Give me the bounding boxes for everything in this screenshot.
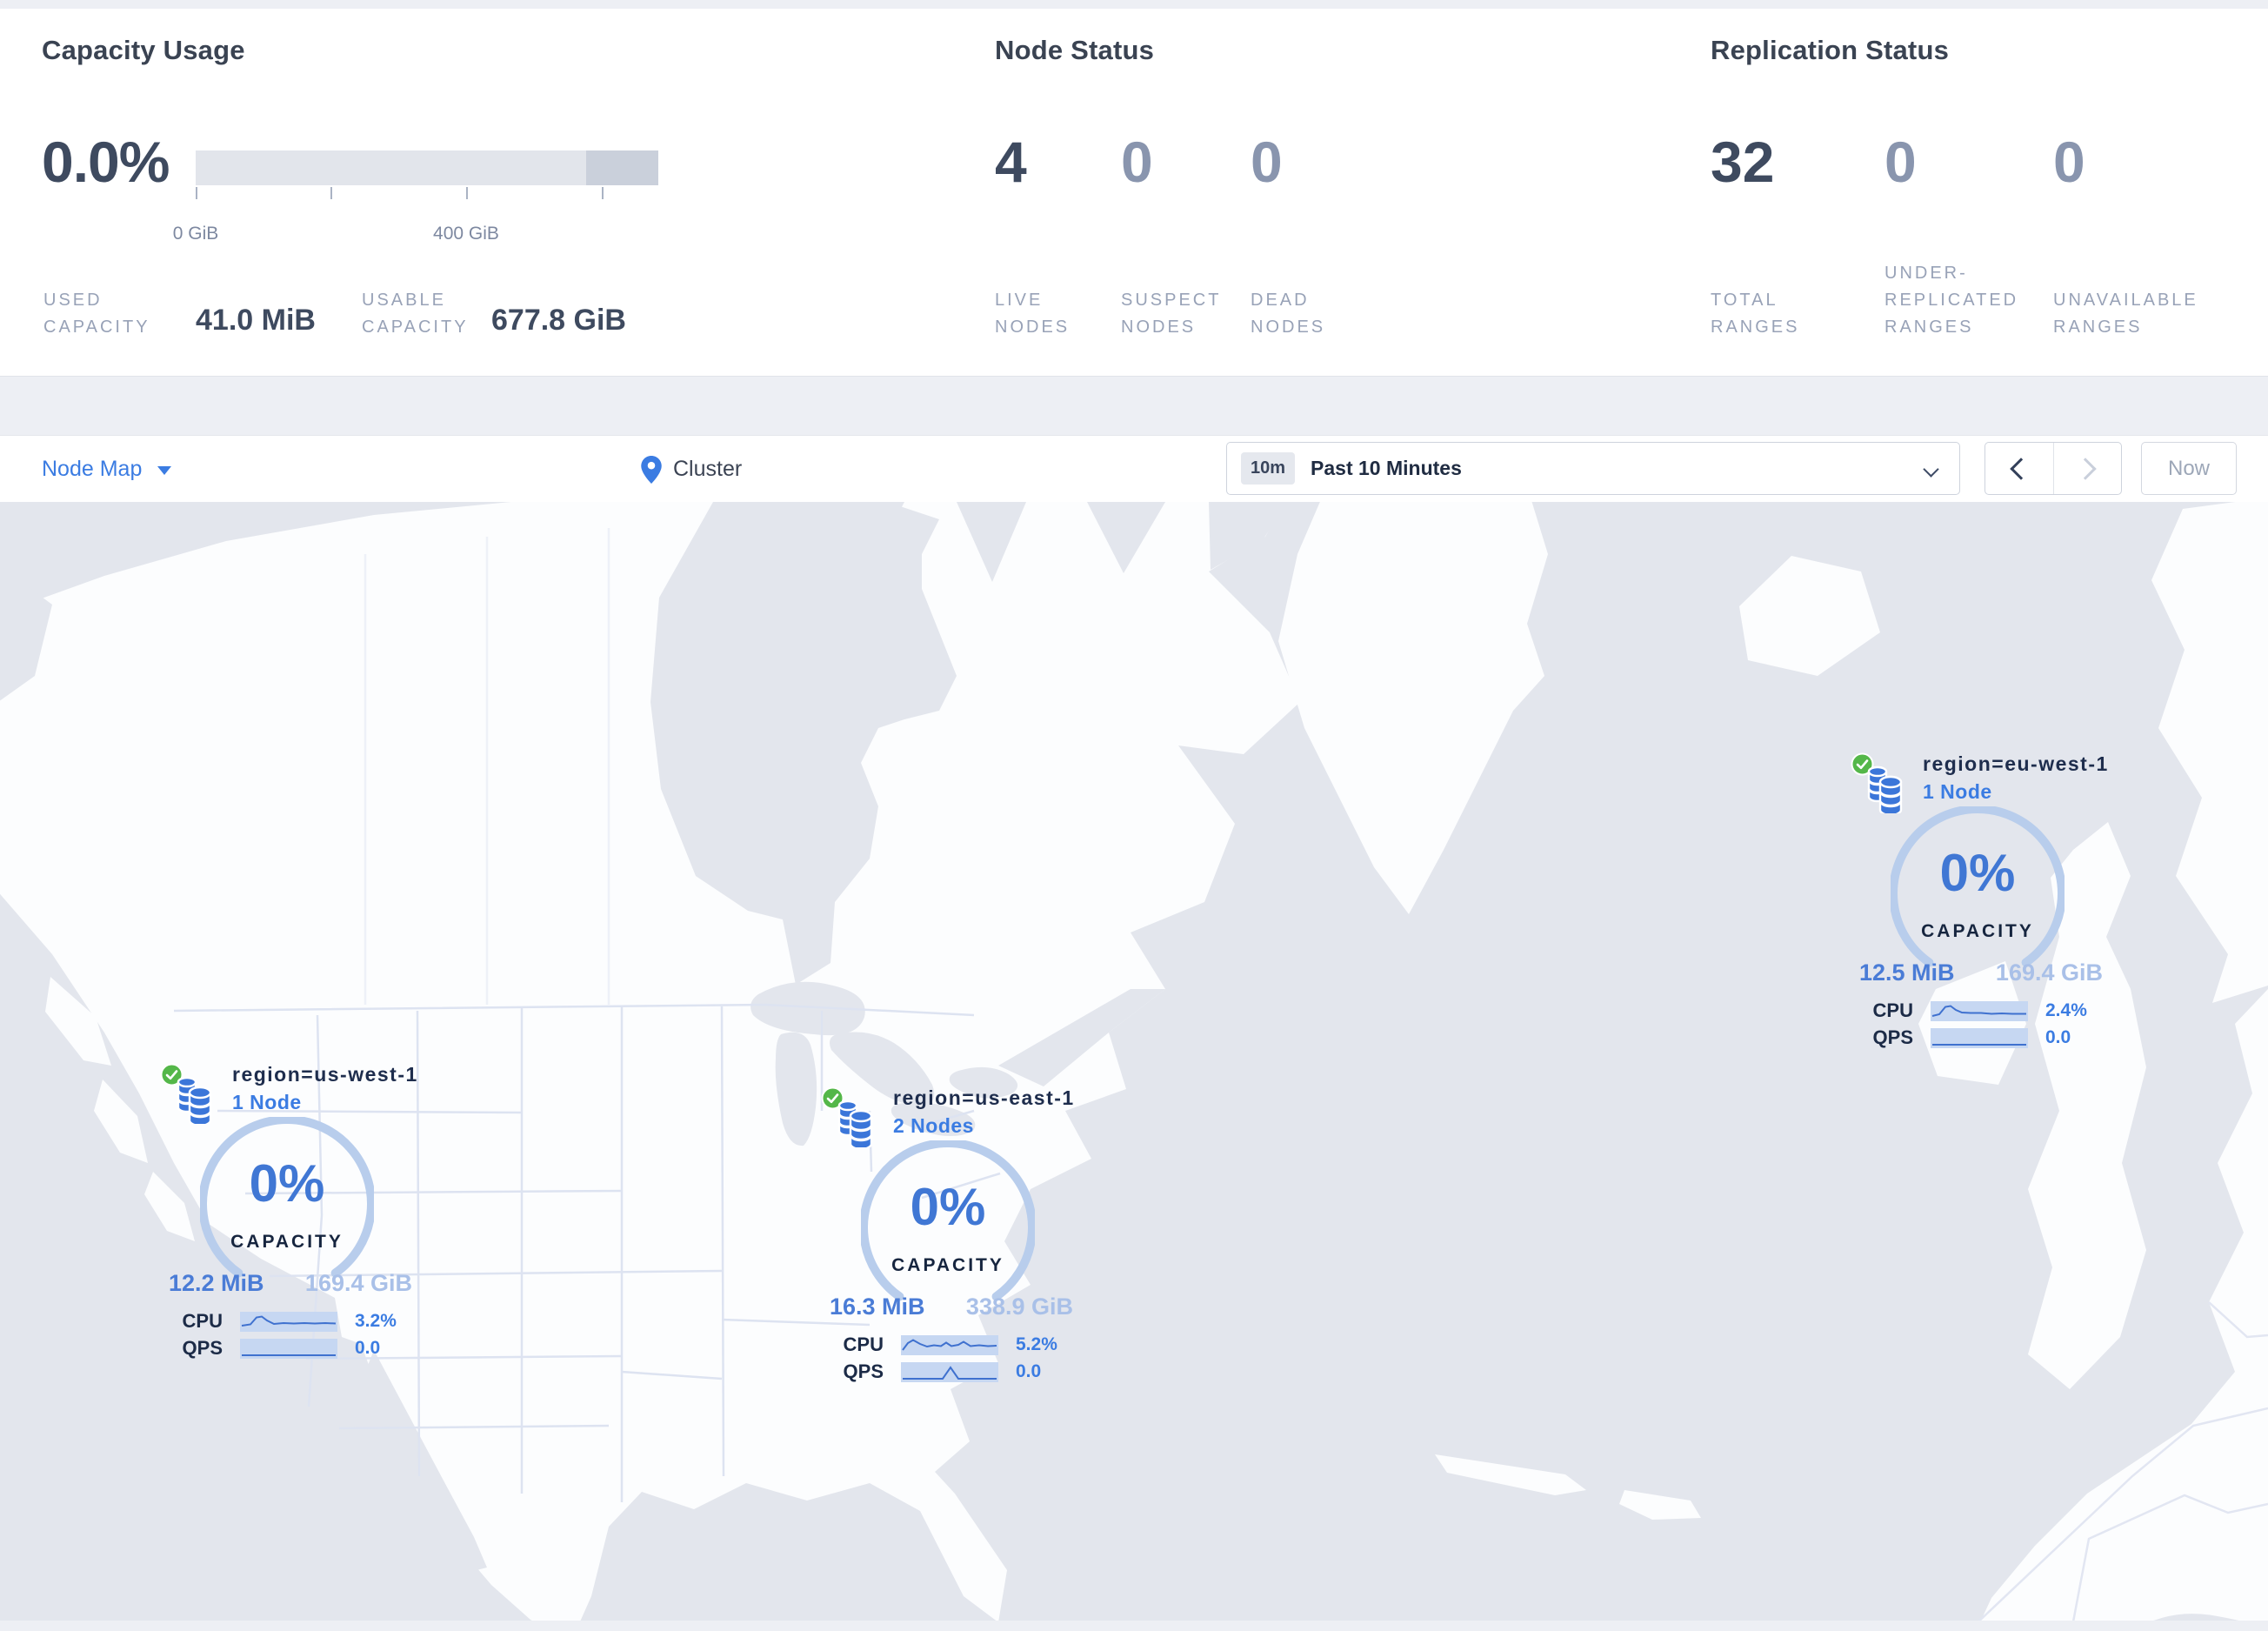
suspect-nodes-label: SUSPECT NODES [1121, 291, 1222, 337]
region-node-count[interactable]: 2 Nodes [893, 1114, 1075, 1138]
unavailable-ranges-label: UNAVAILABLE RANGES [2053, 291, 2198, 337]
chevron-down-icon [1923, 461, 1939, 478]
region-usable-capacity: 169.4 GiB [1995, 959, 2103, 986]
qps-label: QPS [182, 1337, 223, 1359]
node-status-title: Node Status [995, 35, 1155, 65]
caret-down-icon [157, 466, 172, 475]
time-pager [1984, 442, 2122, 495]
under-replicated-ranges-label: UNDER- REPLICATED RANGES [1884, 264, 2019, 337]
region-usable-capacity: 169.4 GiB [304, 1270, 412, 1296]
region-node-count[interactable]: 1 Node [1923, 780, 2109, 804]
region-used-capacity: 16.3 MiB [830, 1293, 925, 1320]
replication-status-section: Replication Status 32 0 0 TOTAL RANGES U… [1711, 9, 2250, 376]
qps-value: 0.0 [2045, 1027, 2071, 1047]
used-capacity-label: USED CAPACITY [43, 291, 150, 337]
region-used-capacity: 12.5 MiB [1859, 959, 1955, 986]
gauge-percent: 0% [249, 1154, 325, 1213]
live-nodes-label: LIVE NODES [995, 291, 1071, 337]
total-ranges-label: TOTAL RANGES [1711, 291, 1800, 337]
next-time-button[interactable] [2052, 443, 2122, 494]
dead-nodes-value: 0 [1251, 130, 1283, 194]
cpu-label: CPU [843, 1334, 884, 1355]
breadcrumb-label: Cluster [673, 457, 743, 481]
chevron-left-icon [2010, 457, 2032, 480]
time-range-selector[interactable]: 10m Past 10 Minutes [1226, 442, 1960, 495]
gauge-capacity-label: CAPACITY [1921, 921, 2034, 941]
cpu-label: CPU [1872, 999, 1913, 1021]
time-range-badge: 10m [1241, 452, 1296, 485]
now-button-label: Now [2167, 456, 2210, 480]
capacity-percent: 0.0% [42, 130, 170, 194]
qps-sparkline [1931, 1027, 2028, 1048]
unavailable-ranges-value: 0 [2053, 130, 2085, 194]
region-name: region=eu-west-1 [1923, 752, 2109, 775]
used-capacity-value: 41.0 MiB [196, 304, 316, 337]
usable-capacity-value: 677.8 GiB [491, 304, 626, 337]
qps-sparkline [240, 1338, 337, 1359]
capacity-gauge: 0% CAPACITY [859, 1139, 1037, 1314]
replication-status-title: Replication Status [1711, 35, 1950, 65]
qps-label: QPS [843, 1360, 884, 1382]
axis-tick-label: 0 GiB [172, 224, 219, 244]
chevron-right-icon [2074, 457, 2097, 480]
view-selector-dropdown[interactable]: Node Map [42, 436, 172, 503]
time-range-label: Past 10 Minutes [1311, 457, 1462, 479]
capacity-bar [196, 150, 658, 185]
now-button[interactable]: Now [2141, 442, 2237, 495]
qps-value: 0.0 [1016, 1361, 1042, 1381]
map-toolbar: Node Map Cluster 10m Past 10 Minutes Now [0, 435, 2268, 504]
suspect-nodes-value: 0 [1121, 130, 1153, 194]
cpu-value: 5.2% [1016, 1334, 1057, 1354]
capacity-gauge: 0% CAPACITY [1889, 805, 2066, 980]
capacity-usage-section: Capacity Usage 0.0% 0 GiB 400 GiB USED C… [42, 9, 911, 376]
breadcrumb[interactable]: Cluster [641, 436, 742, 503]
qps-sparkline [901, 1361, 998, 1382]
region-name: region=us-west-1 [232, 1063, 418, 1086]
gauge-capacity-label: CAPACITY [230, 1232, 344, 1252]
node-map: region=us-west-1 1 Node 0% CAPACITY 12.2… [0, 502, 2268, 1631]
usable-capacity-label: USABLE CAPACITY [362, 291, 469, 337]
region-name: region=us-east-1 [893, 1086, 1075, 1109]
prev-time-button[interactable] [1985, 443, 2053, 494]
gauge-percent: 0% [1939, 844, 2016, 902]
axis-tick-label: 400 GiB [433, 224, 499, 244]
live-nodes-value: 4 [995, 130, 1027, 194]
cpu-sparkline [240, 1311, 337, 1332]
capacity-usage-title: Capacity Usage [42, 35, 245, 65]
cpu-label: CPU [182, 1310, 223, 1332]
qps-value: 0.0 [355, 1338, 381, 1358]
qps-label: QPS [1872, 1026, 1913, 1048]
capacity-gauge: 0% CAPACITY [198, 1115, 376, 1291]
under-replicated-ranges-value: 0 [1884, 130, 1917, 194]
cpu-value: 3.2% [355, 1311, 397, 1331]
gauge-percent: 0% [910, 1178, 986, 1236]
cpu-sparkline [901, 1334, 998, 1355]
view-selector-label: Node Map [42, 457, 143, 481]
capacity-bar-axis: 0 GiB 400 GiB [173, 187, 658, 244]
cpu-value: 2.4% [2045, 1000, 2087, 1020]
cpu-sparkline [1931, 1000, 2028, 1021]
node-status-section: Node Status 4 0 0 LIVE NODES SUSPECT NOD… [995, 9, 1656, 376]
dead-nodes-label: DEAD NODES [1251, 291, 1326, 337]
region-used-capacity: 12.2 MiB [169, 1270, 264, 1296]
gauge-capacity-label: CAPACITY [891, 1255, 1004, 1275]
region-usable-capacity: 338.9 GiB [965, 1293, 1073, 1320]
map-pin-icon [641, 455, 662, 484]
region-node-count[interactable]: 1 Node [232, 1091, 418, 1114]
capacity-bar-reserved-segment [586, 150, 658, 185]
total-ranges-value: 32 [1711, 130, 1775, 194]
cluster-summary-panel: Capacity Usage 0.0% 0 GiB 400 GiB USED C… [0, 9, 2268, 377]
